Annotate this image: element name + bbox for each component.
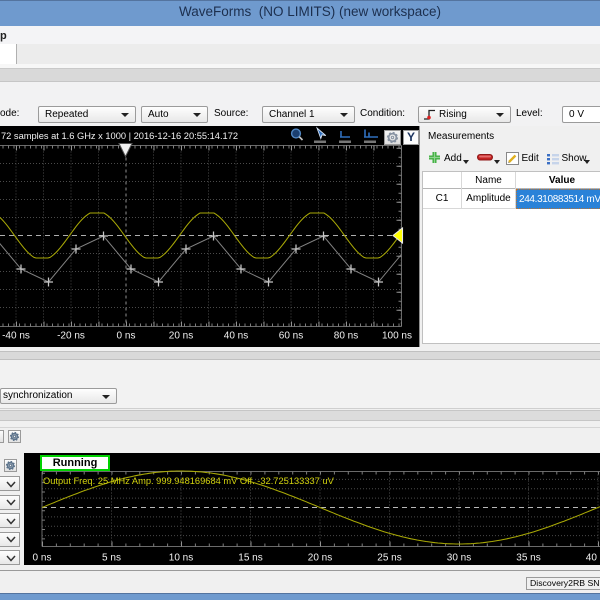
svg-text:25 ns: 25 ns: [377, 553, 401, 564]
svg-text:40 ns: 40 ns: [586, 553, 600, 564]
svg-text:20 ns: 20 ns: [169, 331, 193, 342]
svg-text:40 ns: 40 ns: [224, 331, 248, 342]
svg-text:0 ns: 0 ns: [33, 553, 52, 564]
svg-text:0 ns: 0 ns: [117, 331, 136, 342]
svg-text:20 ns: 20 ns: [308, 553, 332, 564]
svg-text:35 ns: 35 ns: [516, 553, 540, 564]
svg-text:30 ns: 30 ns: [447, 553, 471, 564]
svg-text:10 ns: 10 ns: [169, 553, 193, 564]
svg-text:-20 ns: -20 ns: [57, 331, 85, 342]
svg-text:5 ns: 5 ns: [102, 553, 121, 564]
svg-text:80 ns: 80 ns: [334, 331, 358, 342]
svg-text:-40 ns: -40 ns: [2, 331, 30, 342]
svg-text:100 ns: 100 ns: [382, 331, 412, 342]
svg-text:60 ns: 60 ns: [279, 331, 303, 342]
svg-text:15 ns: 15 ns: [238, 553, 262, 564]
